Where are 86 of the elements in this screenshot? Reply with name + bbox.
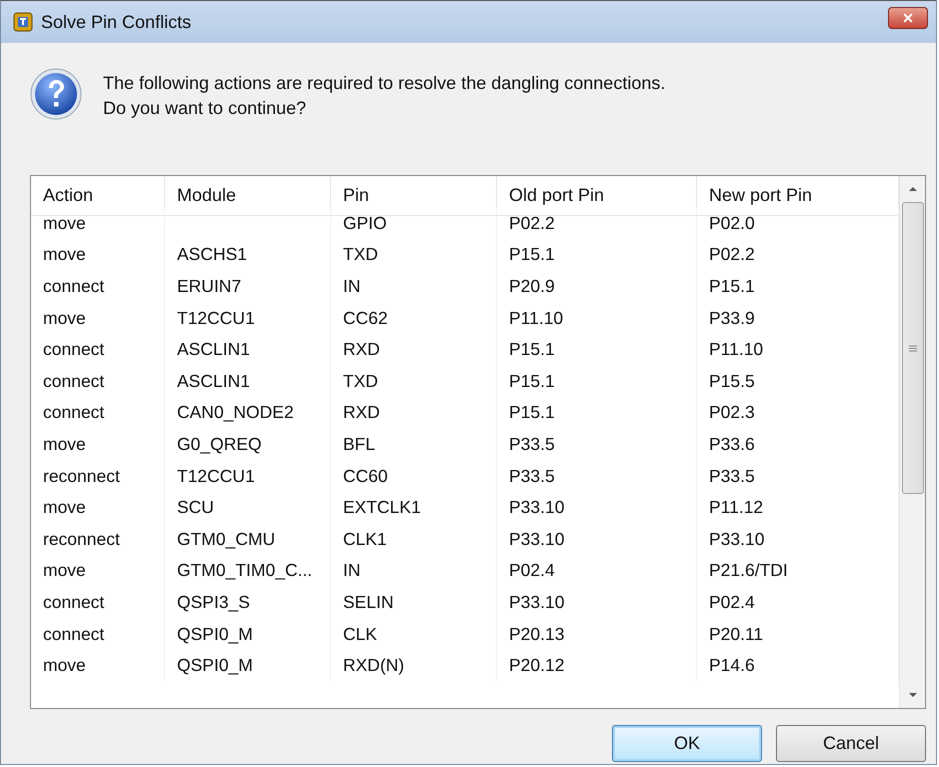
table-cell: P33.10 <box>509 592 564 614</box>
table-cell: GTM0_TIM0_C... <box>177 560 312 582</box>
table-cell: RXD <box>343 339 380 360</box>
table-cell: move <box>43 244 86 266</box>
chip-icon <box>13 12 33 32</box>
column-header[interactable]: New port Pin <box>697 176 899 216</box>
table-cell: P15.1 <box>709 276 755 298</box>
question-icon <box>29 67 83 121</box>
table-cell: P33.10 <box>709 528 764 550</box>
table-cell: CLK <box>343 624 378 645</box>
table-cell: CC62 <box>343 308 388 329</box>
table-cell: connect <box>43 624 104 645</box>
table-cell: T12CCU1 <box>177 308 255 329</box>
table-cell: P20.9 <box>509 276 555 298</box>
table-cell: P02.2 <box>709 244 755 266</box>
table-cell: QSPI3_S <box>177 592 250 614</box>
column-header[interactable]: Module <box>165 176 331 216</box>
scroll-down-icon[interactable] <box>908 692 918 698</box>
table-cell: CAN0_NODE2 <box>177 402 294 424</box>
table-cell: RXD(N) <box>343 655 404 676</box>
table-cell: P02.4 <box>509 560 555 582</box>
table-cell: P20.11 <box>709 624 764 645</box>
table-cell: GTM0_CMU <box>177 528 276 550</box>
table-cell: connect <box>43 370 104 392</box>
table-cell: BFL <box>343 434 376 456</box>
table-cell: P11.10 <box>509 308 564 329</box>
table-cell: reconnect <box>43 466 120 487</box>
table-cell: P20.13 <box>509 624 564 645</box>
column-header[interactable]: Old port Pin <box>497 176 697 216</box>
column-header[interactable]: Pin <box>331 176 497 216</box>
table-cell: CC60 <box>343 466 388 487</box>
table-cell: move <box>43 434 86 456</box>
table-cell: P33.5 <box>709 466 755 487</box>
window-title: Solve Pin Conflicts <box>41 12 192 32</box>
table-cell: P15.1 <box>509 402 555 424</box>
table-cell: SELIN <box>343 592 394 614</box>
table-cell: P33.10 <box>509 528 564 550</box>
cancel-button[interactable]: Cancel <box>776 725 926 762</box>
table-cell: P15.1 <box>509 370 555 392</box>
message-text: The following actions are required to resolve the dangling connections. <box>103 72 666 95</box>
table-cell: P33.9 <box>709 308 755 329</box>
table-cell: ASCLIN1 <box>177 339 250 360</box>
table-cell: IN <box>343 276 360 298</box>
table-cell: RXD <box>343 402 380 424</box>
table-cell: SCU <box>177 497 214 518</box>
table-cell: EXTCLK1 <box>343 497 421 518</box>
table-cell: P15.1 <box>509 244 555 266</box>
table-cell: connect <box>43 339 104 360</box>
scroll-thumb[interactable] <box>902 202 924 494</box>
table-cell: P33.5 <box>509 434 555 456</box>
table-cell: P33.10 <box>509 497 564 518</box>
table-cell: reconnect <box>43 528 120 550</box>
table-cell: G0_QREQ <box>177 434 262 456</box>
table-cell: ERUIN7 <box>177 276 242 298</box>
table-cell: P20.12 <box>509 655 564 676</box>
table-cell: P02.4 <box>709 592 755 614</box>
table-cell: ASCLIN1 <box>177 370 250 392</box>
table-cell: P11.10 <box>709 339 764 360</box>
table-cell: P14.6 <box>709 655 755 676</box>
table-cell: move <box>43 655 86 676</box>
table-cell: connect <box>43 276 104 298</box>
table-cell: TXD <box>343 370 378 392</box>
table-cell: ASCHS1 <box>177 244 248 266</box>
table-cell: QSPI0_M <box>177 624 253 645</box>
table-cell: P11.12 <box>709 497 764 518</box>
column-header[interactable]: Action <box>31 176 165 216</box>
table-cell: CLK1 <box>343 528 387 550</box>
table-cell: move <box>43 497 86 518</box>
vertical-scrollbar[interactable] <box>899 176 925 708</box>
table-cell: P02.3 <box>709 402 755 424</box>
scroll-up-icon[interactable] <box>908 186 918 192</box>
table-cell: P33.5 <box>509 466 555 487</box>
table-cell: P21.6/TDI <box>709 560 788 582</box>
table-cell: P15.1 <box>509 339 555 360</box>
ok-button[interactable]: OK <box>612 725 762 762</box>
table-cell: P15.5 <box>709 370 755 392</box>
table-cell: P33.6 <box>709 434 755 456</box>
message-text: Do you want to continue? <box>103 97 308 120</box>
table-cell: move <box>43 560 86 582</box>
table-cell: QSPI0_M <box>177 655 253 676</box>
table-cell: connect <box>43 592 104 614</box>
table-cell: TXD <box>343 244 378 266</box>
table-cell: IN <box>343 560 360 582</box>
table-cell: T12CCU1 <box>177 466 255 487</box>
table-cell: move <box>43 308 86 329</box>
table-cell: connect <box>43 402 104 424</box>
